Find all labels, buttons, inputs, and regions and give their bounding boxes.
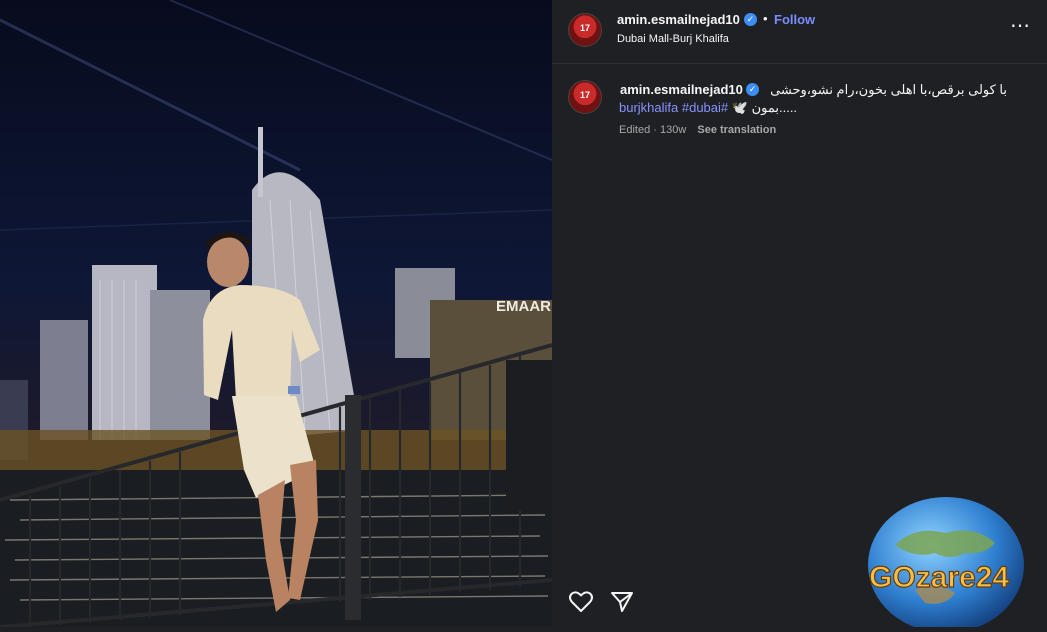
author-avatar[interactable]: 17 [568,13,602,47]
emaar-sign: EMAAR [496,298,551,315]
caption-username[interactable]: amin.esmailnejad10 [620,82,743,97]
paper-plane-icon[interactable] [610,590,634,614]
caption-avatar-number: 17 [579,90,590,100]
edited-label: Edited [619,124,651,136]
post-header: 17 amin.esmailnejad10 ✓ • Follow Dubai M… [552,0,1047,64]
follow-button[interactable]: Follow [774,12,815,27]
caption-line-1: با کولی برقص،با اهلی بخون،رام نشو،وحشی [770,82,1007,97]
caption-line-2: burjkhalifa #dubai# 🕊️ بمون..... [619,100,797,116]
author-username[interactable]: amin.esmailnejad10 [617,12,740,27]
meta-separator: · [653,124,657,136]
dove-emoji: 🕊️ [731,100,748,115]
caption-avatar[interactable]: 17 [568,80,602,114]
globe-logo-icon: GOzare24 [868,497,1024,632]
post-age: 130w [660,124,687,136]
see-translation-link[interactable]: See translation [697,124,776,136]
gozare24-watermark: GOzare24 [855,495,1037,632]
separator-dot: • [763,11,768,26]
caption-line-2-text: بمون..... [751,100,798,115]
heart-icon[interactable] [568,590,594,614]
avatar-number: 17 [579,23,590,33]
watermark-text: GOzare24 [869,561,1009,594]
post-location[interactable]: Dubai Mall-Burj Khalifa [617,33,729,45]
more-options-icon[interactable]: ⋯ [1010,16,1031,36]
caption-verified-badge-icon: ✓ [746,83,759,96]
verified-badge-icon: ✓ [744,13,757,26]
caption-hashtags[interactable]: burjkhalifa #dubai# [619,100,728,115]
post-photo[interactable]: EMAAR [0,0,552,627]
photo-scene: EMAAR [0,0,552,627]
caption-meta: Edited · 130w See translation [619,124,776,136]
